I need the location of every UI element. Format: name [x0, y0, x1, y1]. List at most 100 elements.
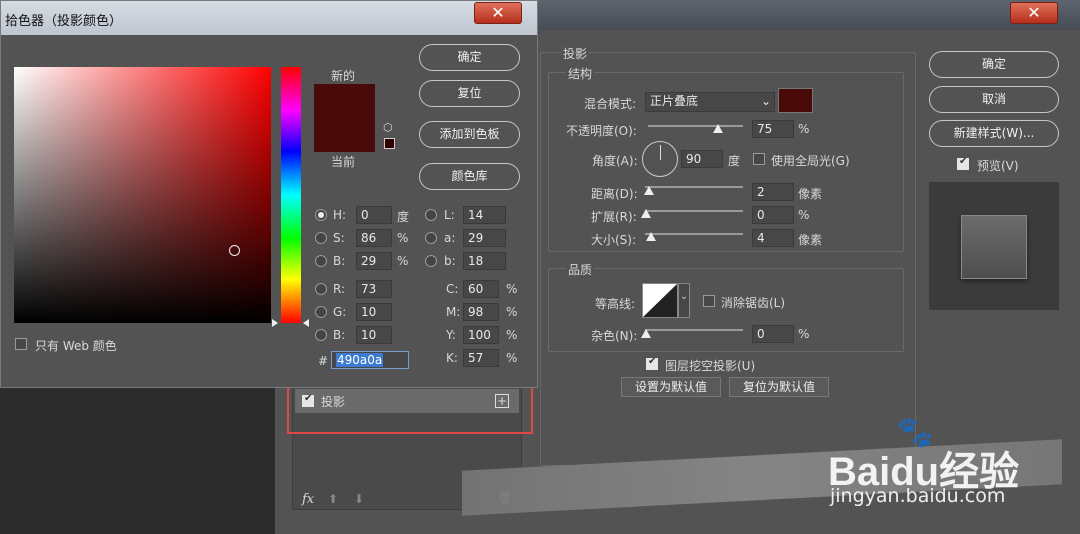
lab-b-input[interactable]: 18 — [463, 252, 506, 270]
y-unit: % — [506, 328, 518, 342]
radio-h[interactable] — [315, 209, 327, 221]
y-input[interactable]: 100 — [463, 326, 499, 344]
y-label: Y: — [446, 328, 456, 342]
spread-input[interactable]: 0 — [752, 206, 794, 224]
radio-blue[interactable] — [315, 329, 327, 341]
size-slider[interactable] — [645, 233, 743, 235]
cube-icon[interactable]: ⬡ — [383, 121, 393, 134]
knockout-checkbox[interactable] — [646, 356, 658, 370]
opacity-unit: % — [798, 122, 810, 136]
spread-slider[interactable] — [645, 210, 743, 212]
angle-input[interactable]: 90 — [681, 150, 723, 168]
noise-slider[interactable] — [645, 329, 743, 331]
set-default-button[interactable]: 设置为默认值 — [621, 377, 721, 397]
blend-mode-label: 混合模式: — [584, 97, 637, 111]
fx-icon[interactable]: fx — [302, 492, 314, 507]
style-cancel-button[interactable]: 取消 — [929, 86, 1059, 113]
contour-curve-icon — [643, 284, 677, 317]
g-label: G: — [333, 305, 347, 319]
brightness-unit: % — [397, 254, 409, 268]
antialias-checkbox[interactable] — [703, 295, 715, 307]
radio-r[interactable] — [315, 283, 327, 295]
shadow-color-swatch[interactable] — [778, 88, 813, 113]
global-light-label: 使用全局光(G) — [771, 154, 850, 168]
m-unit: % — [506, 305, 518, 319]
brightness-label: B: — [333, 254, 346, 268]
spread-unit: % — [798, 208, 810, 222]
c-input[interactable]: 60 — [463, 280, 499, 298]
layer-style-close-button[interactable]: ✕ — [1010, 2, 1058, 24]
hue-slider[interactable] — [281, 67, 301, 323]
radio-s[interactable] — [315, 232, 327, 244]
distance-unit: 像素 — [798, 187, 823, 201]
new-color-swatch — [314, 84, 375, 120]
style-ok-button[interactable]: 确定 — [929, 51, 1059, 78]
color-libraries-button[interactable]: 颜色库 — [419, 163, 520, 190]
brightness-input[interactable]: 29 — [356, 252, 392, 270]
global-light-checkbox[interactable] — [753, 153, 765, 165]
spread-label: 扩展(R): — [591, 210, 637, 224]
hex-input[interactable]: 490a0a — [331, 351, 409, 369]
contour-dropdown-button[interactable]: ⌄ — [678, 283, 690, 318]
angle-dial[interactable] — [642, 141, 678, 177]
r-input[interactable]: 73 — [356, 280, 392, 298]
structure-title: 结构 — [566, 65, 595, 82]
picker-reset-button[interactable]: 复位 — [419, 80, 520, 107]
web-safe-swatch[interactable] — [384, 138, 395, 149]
move-up-icon[interactable]: ⬆ — [328, 492, 338, 506]
radio-l[interactable] — [425, 209, 437, 221]
contour-preview[interactable] — [642, 283, 678, 318]
h-label: H: — [333, 208, 347, 222]
distance-slider-thumb[interactable] — [644, 186, 654, 195]
knockout-label: 图层挖空投影(U) — [665, 359, 756, 373]
opacity-input[interactable]: 75 — [752, 120, 794, 138]
preview-label: 预览(V) — [977, 159, 1019, 173]
noise-input[interactable]: 0 — [752, 325, 794, 343]
preview-checkbox[interactable] — [957, 156, 969, 170]
color-field-marker[interactable] — [229, 245, 240, 256]
section-title: 投影 — [561, 45, 590, 62]
distance-input[interactable]: 2 — [752, 183, 794, 201]
radio-g[interactable] — [315, 306, 327, 318]
picker-ok-button[interactable]: 确定 — [419, 44, 520, 71]
r-label: R: — [333, 282, 346, 296]
hue-slider-left-arrow[interactable] — [272, 319, 278, 327]
noise-slider-thumb[interactable] — [641, 329, 651, 338]
h-unit: 度 — [397, 210, 410, 224]
l-input[interactable]: 14 — [463, 206, 506, 224]
antialias-label: 消除锯齿(L) — [721, 296, 786, 310]
m-input[interactable]: 98 — [463, 303, 499, 321]
current-color-swatch[interactable] — [314, 120, 375, 152]
blend-mode-select[interactable]: 正片叠底 ⌄ — [645, 92, 775, 112]
h-input[interactable]: 0 — [356, 206, 392, 224]
add-to-swatches-button[interactable]: 添加到色板 — [419, 121, 520, 148]
opacity-slider[interactable] — [648, 125, 743, 127]
k-input[interactable]: 57 — [463, 349, 499, 367]
angle-unit: 度 — [728, 154, 741, 168]
distance-label: 距离(D): — [591, 187, 638, 201]
s-input[interactable]: 86 — [356, 229, 392, 247]
radio-brightness[interactable] — [315, 255, 327, 267]
l-label: L: — [444, 208, 455, 222]
g-input[interactable]: 10 — [356, 303, 392, 321]
distance-slider[interactable] — [645, 186, 743, 188]
blue-input[interactable]: 10 — [356, 326, 392, 344]
hue-slider-right-arrow[interactable] — [303, 319, 309, 327]
opacity-slider-thumb[interactable] — [713, 124, 723, 133]
radio-lab-b[interactable] — [425, 255, 437, 267]
reset-default-button[interactable]: 复位为默认值 — [729, 377, 829, 397]
a-input[interactable]: 29 — [463, 229, 506, 247]
move-down-icon[interactable]: ⬇ — [354, 492, 364, 506]
web-colors-checkbox[interactable] — [15, 338, 27, 350]
radio-a[interactable] — [425, 232, 437, 244]
size-input[interactable]: 4 — [752, 229, 794, 247]
hex-value-selected: 490a0a — [336, 353, 384, 367]
new-style-button[interactable]: 新建样式(W)... — [929, 120, 1059, 147]
spread-slider-thumb[interactable] — [641, 209, 651, 218]
web-colors-label: 只有 Web 颜色 — [35, 339, 117, 353]
size-slider-thumb[interactable] — [646, 232, 656, 241]
color-picker-close-button[interactable]: ✕ — [474, 2, 522, 24]
m-label: M: — [446, 305, 461, 319]
baidu-watermark: 🐾 Baidu经验 jingyan.baidu.com — [828, 415, 1073, 510]
color-field[interactable] — [14, 67, 271, 323]
